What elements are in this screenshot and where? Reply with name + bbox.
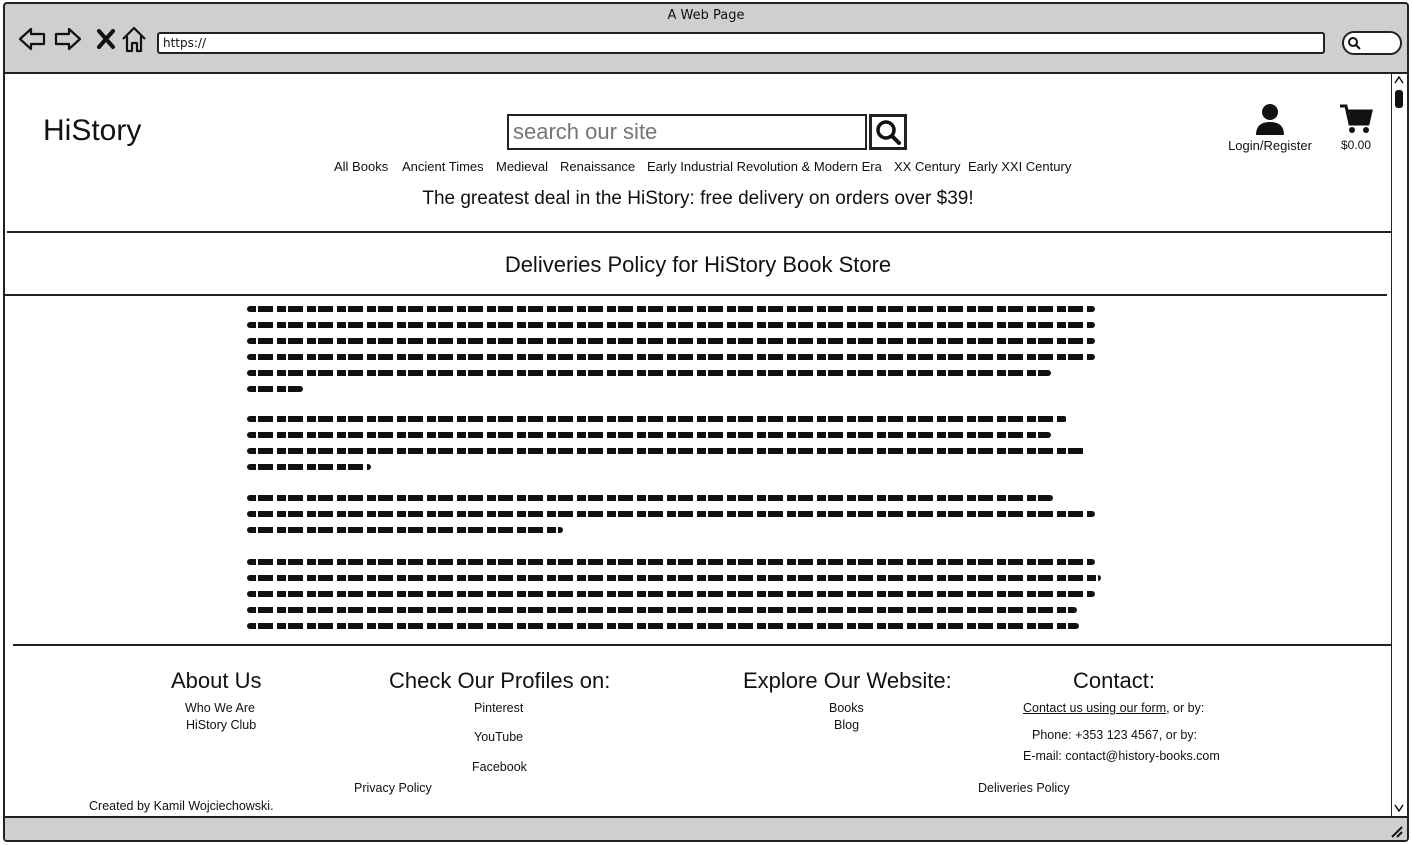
- magnifier-icon: [876, 120, 901, 145]
- text-line: [247, 623, 1079, 629]
- scrollbar-thumb[interactable]: [1395, 90, 1403, 108]
- text-line: [247, 370, 1051, 376]
- footer-link-privacy-policy[interactable]: Privacy Policy: [354, 781, 432, 795]
- vertical-scrollbar[interactable]: [1391, 74, 1407, 816]
- resize-grip-icon[interactable]: [1389, 824, 1403, 838]
- footer-contact-heading: Contact:: [1073, 668, 1155, 693]
- footer-link-books[interactable]: Books: [829, 701, 864, 715]
- site-logo[interactable]: HiStory: [43, 114, 141, 148]
- text-line: [247, 575, 1101, 581]
- footer-link-history-club[interactable]: HiStory Club: [186, 718, 256, 732]
- nav-medieval[interactable]: Medieval: [496, 159, 548, 174]
- contact-form-link[interactable]: Contact us using our form: [1023, 701, 1166, 715]
- contact-form-suffix: , or by:: [1166, 701, 1205, 715]
- divider: [5, 294, 1387, 296]
- login-register-label: Login/Register: [1228, 138, 1312, 153]
- forward-arrow-icon[interactable]: [53, 24, 83, 54]
- divider: [7, 231, 1391, 233]
- text-line: [247, 495, 1053, 501]
- scroll-up-icon[interactable]: [1394, 76, 1404, 84]
- nav-xx-century[interactable]: XX Century: [894, 159, 960, 174]
- browser-statusbar: [5, 816, 1407, 840]
- footer-credit: Created by Kamil Wojciechowski.: [89, 799, 274, 813]
- footer-link-deliveries-policy[interactable]: Deliveries Policy: [978, 781, 1070, 795]
- text-line: [247, 306, 1095, 312]
- footer-profiles-heading: Check Our Profiles on:: [389, 668, 611, 693]
- nav-xxi-century[interactable]: Early XXI Century: [968, 159, 1071, 174]
- footer-link-pinterest[interactable]: Pinterest: [474, 701, 523, 715]
- home-icon[interactable]: [119, 24, 149, 54]
- footer-link-youtube[interactable]: YouTube: [474, 730, 523, 744]
- footer-contact-email[interactable]: E-mail: contact@history-books.com: [1023, 749, 1220, 763]
- nav-ancient-times[interactable]: Ancient Times: [402, 159, 484, 174]
- text-line: [247, 386, 303, 392]
- browser-search-field[interactable]: [1342, 31, 1402, 55]
- footer-explore-heading: Explore Our Website:: [743, 668, 952, 693]
- back-arrow-icon[interactable]: [17, 24, 47, 54]
- shopping-cart-icon: [1340, 104, 1373, 133]
- divider: [13, 644, 1391, 646]
- promo-banner: The greatest deal in the HiStory: free d…: [422, 188, 974, 209]
- footer-link-who-we-are[interactable]: Who We Are: [185, 701, 255, 715]
- stop-icon[interactable]: [91, 24, 121, 54]
- address-bar[interactable]: https://: [157, 32, 1325, 54]
- cart-button[interactable]: $0.00: [1331, 102, 1381, 152]
- footer-link-facebook[interactable]: Facebook: [472, 760, 527, 774]
- search-button[interactable]: [869, 114, 907, 150]
- browser-titlebar: A Web Page https://: [5, 4, 1407, 74]
- text-line: [247, 527, 563, 533]
- text-line: [247, 432, 1051, 438]
- nav-all-books[interactable]: All Books: [334, 159, 388, 174]
- text-line: [247, 511, 1095, 517]
- text-line: [247, 448, 1087, 454]
- page-title: Deliveries Policy for HiStory Book Store: [504, 252, 892, 277]
- footer-about-heading: About Us: [171, 668, 262, 693]
- text-line: [247, 559, 1095, 565]
- text-line: [247, 354, 1095, 360]
- search-input[interactable]: [507, 114, 867, 150]
- scroll-down-icon[interactable]: [1394, 804, 1404, 812]
- login-register-link[interactable]: Login/Register: [1225, 102, 1315, 153]
- nav-renaissance[interactable]: Renaissance: [560, 159, 635, 174]
- footer-contact-phone: Phone: +353 123 4567, or by:: [1032, 728, 1198, 742]
- window-title: A Web Page: [667, 8, 745, 23]
- text-line: [247, 322, 1095, 328]
- text-line: [247, 416, 1067, 422]
- browser-window: A Web Page https:// HiStory search our s…: [3, 2, 1409, 842]
- text-line: [247, 591, 1095, 597]
- footer-contact-line: Contact us using our form, or by:: [1023, 701, 1204, 715]
- nav-industrial-modern[interactable]: Early Industrial Revolution & Modern Era: [647, 159, 882, 174]
- page-viewport: HiStory All Books Ancient Times Medieval…: [5, 74, 1391, 816]
- search-icon: [1348, 37, 1361, 50]
- user-icon: [1256, 104, 1284, 135]
- footer-link-blog[interactable]: Blog: [834, 718, 859, 732]
- text-line: [247, 607, 1077, 613]
- cart-total: $0.00: [1340, 138, 1372, 152]
- text-line: [247, 338, 1095, 344]
- text-line: [247, 464, 371, 470]
